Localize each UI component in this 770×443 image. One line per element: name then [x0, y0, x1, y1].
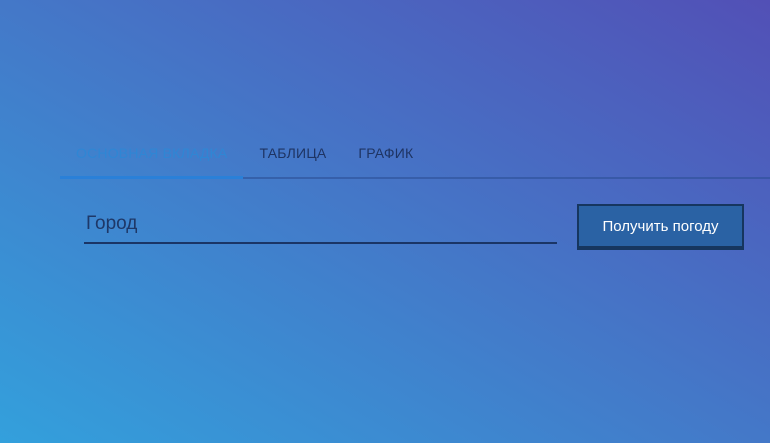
- tab-main[interactable]: ОСНОВНАЯ ВКЛАДКА: [60, 128, 244, 179]
- city-input[interactable]: [84, 205, 557, 244]
- tab-table[interactable]: ТАБЛИЦА: [243, 128, 342, 177]
- get-weather-button[interactable]: Получить погоду: [577, 204, 744, 250]
- tab-bar: ОСНОВНАЯ ВКЛАДКА ТАБЛИЦА ГРАФИК: [60, 128, 770, 179]
- tab-chart[interactable]: ГРАФИК: [342, 128, 429, 177]
